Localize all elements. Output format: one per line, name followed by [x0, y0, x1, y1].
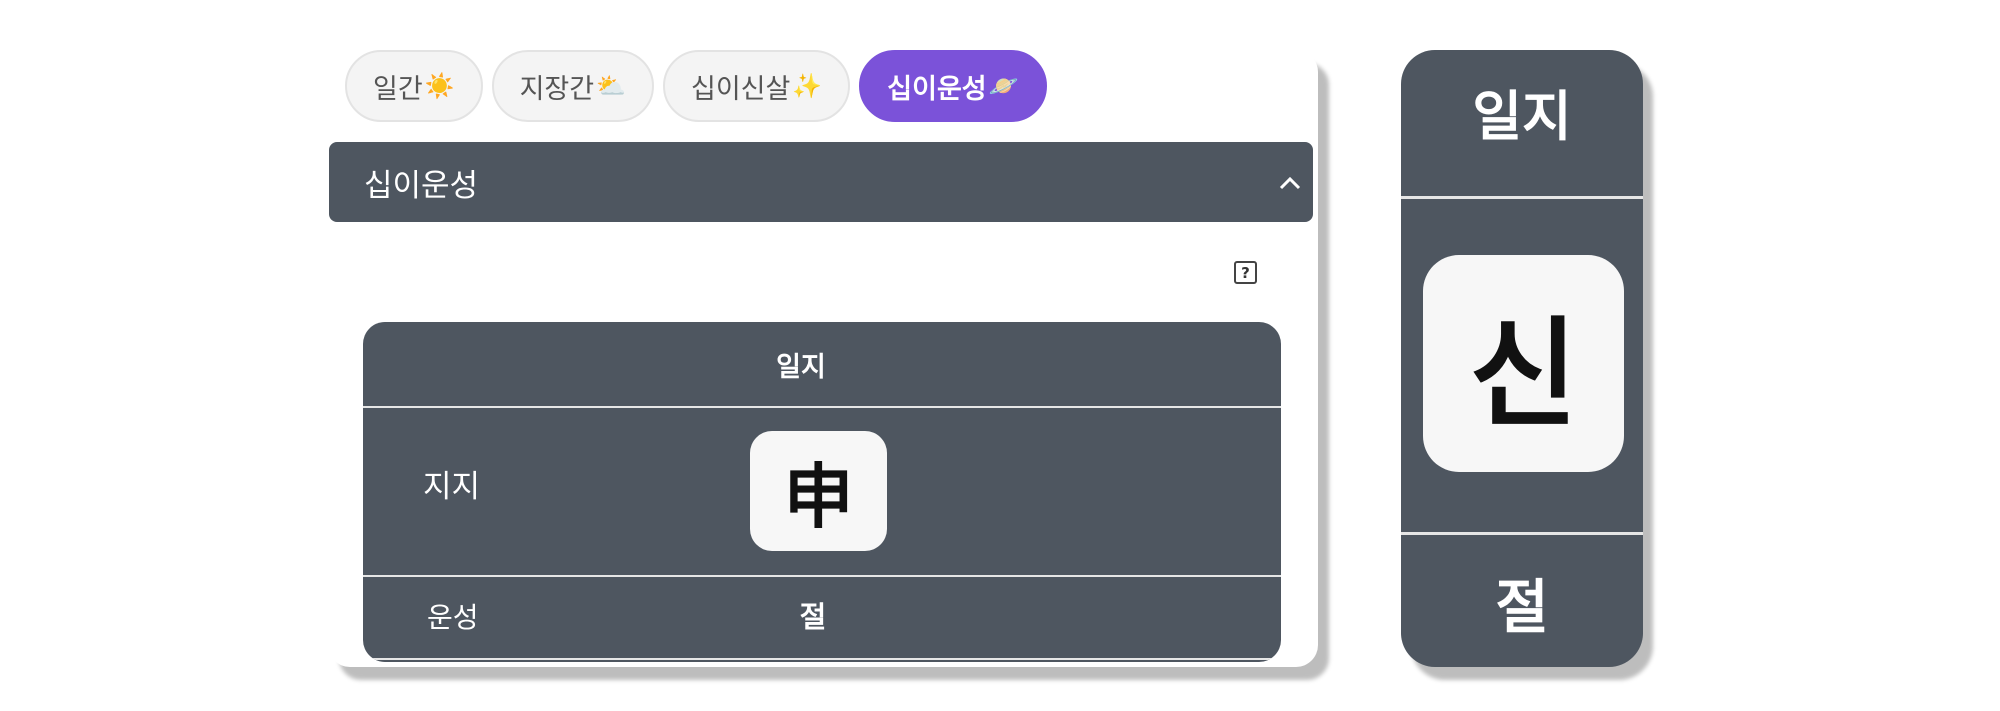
column-header-ilji: 일지 [776, 351, 826, 383]
divider [1401, 196, 1643, 199]
tab-ilgan[interactable]: 일간 ☀️ [345, 50, 483, 122]
accordion-title: 십이운성 [364, 167, 479, 204]
tab-label: 십이신살 [691, 73, 791, 105]
tab-jijanggan[interactable]: 지장간 ⛅ [491, 50, 654, 122]
cloud-sun-icon: ⛅ [596, 72, 626, 100]
accordion-header[interactable]: 십이운성 [329, 142, 1313, 222]
unsung-value: 절 [799, 600, 827, 634]
twelve-stages-card: 일간 ☀️ 지장간 ⛅ 십이신살 ✨ 십이운성 🪐 십이운성 ? 일지 지지 申 운성 … [328, 50, 1318, 667]
tab-label: 십이운성 [887, 73, 987, 105]
divider [363, 406, 1281, 408]
divider [1401, 532, 1643, 535]
tab-label: 일간 [373, 73, 423, 105]
divider [363, 575, 1281, 577]
zoomed-ilji-card: 일지 신 절 [1401, 50, 1643, 667]
tab-sibiunsung[interactable]: 십이운성 🪐 [859, 50, 1047, 122]
sun-icon: ☀️ [424, 72, 455, 100]
table-header: 일지 [363, 322, 1281, 406]
sparkles-icon: ✨ [792, 72, 823, 100]
row-label-unsung: 운성 [427, 601, 479, 634]
zoom-unsung-value: 절 [1495, 573, 1549, 641]
planet-icon: 🪐 [988, 72, 1019, 100]
row-label-jiji: 지지 [423, 469, 481, 505]
divider [363, 658, 1281, 660]
chevron-up-icon[interactable] [1279, 168, 1301, 196]
tab-label: 지장간 [519, 73, 595, 105]
branch-character-tile: 申 [750, 431, 887, 551]
zoom-character-tile: 신 [1423, 255, 1624, 472]
zoom-title: 일지 [1472, 85, 1572, 148]
tab-bar: 일간 ☀️ 지장간 ⛅ 십이신살 ✨ 십이운성 🪐 [345, 50, 1047, 126]
tab-sibisinsal[interactable]: 십이신살 ✨ [663, 50, 851, 122]
help-icon[interactable]: ? [1234, 261, 1257, 284]
stage-table: 일지 지지 申 운성 절 [363, 322, 1281, 662]
